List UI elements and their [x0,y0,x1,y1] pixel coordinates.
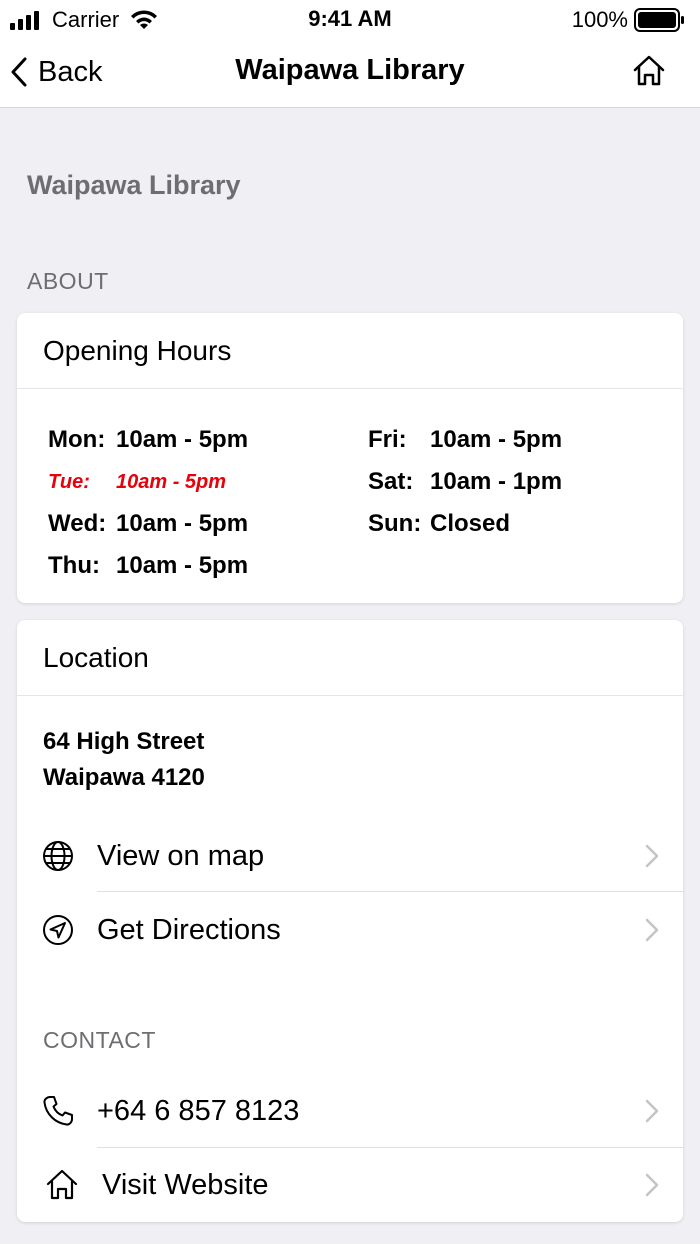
hours-value: Closed [430,510,511,537]
row-divider [97,891,683,892]
chevron-right-icon [645,844,659,868]
visit-website-row[interactable]: Visit Website [17,1148,683,1222]
opening-hours-card: Opening Hours Mon: 10am - 5pm Tue: 10am … [17,313,683,603]
chevron-right-icon [645,1173,659,1197]
hours-value: 10am - 5pm [116,426,249,453]
hours-row-sun: Sun: Closed [368,503,562,545]
phone-icon [43,1096,73,1126]
address: 64 High Street Waipawa 4120 [43,724,205,796]
navigation-bar: Back Waipawa Library [0,40,700,108]
location-title: Location [17,620,683,696]
hours-value: 10am - 5pm [116,510,249,537]
hours-value: 10am - 5pm [430,426,563,453]
home-icon [46,1169,78,1200]
day-label: Sun: [368,510,422,537]
chevron-right-icon [645,918,659,942]
hours-row-fri: Fri: 10am - 5pm [368,419,562,461]
location-card: Location 64 High Street Waipawa 4120 Vie… [17,620,683,1222]
get-directions-row[interactable]: Get Directions [17,893,683,967]
hours-column-right: Fri: 10am - 5pm Sat: 10am - 1pm Sun: Clo… [368,419,562,545]
view-on-map-label: View on map [97,839,265,872]
hours-row-mon: Mon: 10am - 5pm [48,419,248,461]
day-label: Thu: [48,552,100,579]
navigation-arrow-icon [43,915,73,945]
address-line-2: Waipawa 4120 [43,764,205,791]
status-right: 100% [572,6,686,34]
day-label: Wed: [48,510,107,537]
opening-hours-title: Opening Hours [17,313,683,389]
section-label-contact: CONTACT [43,1027,156,1053]
page-heading: Waipawa Library [27,170,241,200]
hours-row-tue-today: Tue: 10am - 5pm [48,461,248,503]
day-label: Mon: [48,426,106,453]
day-label: Sat: [368,468,414,495]
view-on-map-row[interactable]: View on map [17,819,683,893]
chevron-right-icon [645,1099,659,1123]
day-label: Tue: [48,470,90,493]
hours-value: 10am - 5pm [116,470,227,493]
hours-row-thu: Thu: 10am - 5pm [48,545,248,587]
get-directions-label: Get Directions [97,913,281,946]
hours-value: 10am - 5pm [116,552,249,579]
hours-row-sat: Sat: 10am - 1pm [368,461,562,503]
home-icon[interactable] [632,54,666,88]
battery-icon [634,8,684,32]
battery-percent: 100% [571,7,628,32]
nav-title: Waipawa Library [235,54,465,86]
hours-value: 10am - 1pm [430,468,563,495]
phone-row[interactable]: +64 6 857 8123 [17,1074,683,1148]
section-label-about: ABOUT [27,268,109,294]
status-bar: Carrier 9:41 AM 100% [0,0,700,40]
phone-number: +64 6 857 8123 [97,1094,300,1127]
address-line-1: 64 High Street [43,728,205,755]
visit-website-label: Visit Website [102,1168,269,1201]
day-label: Fri: [368,426,407,453]
globe-icon [43,841,73,871]
hours-row-wed: Wed: 10am - 5pm [48,503,248,545]
hours-column-left: Mon: 10am - 5pm Tue: 10am - 5pm Wed: 10a… [48,419,248,587]
